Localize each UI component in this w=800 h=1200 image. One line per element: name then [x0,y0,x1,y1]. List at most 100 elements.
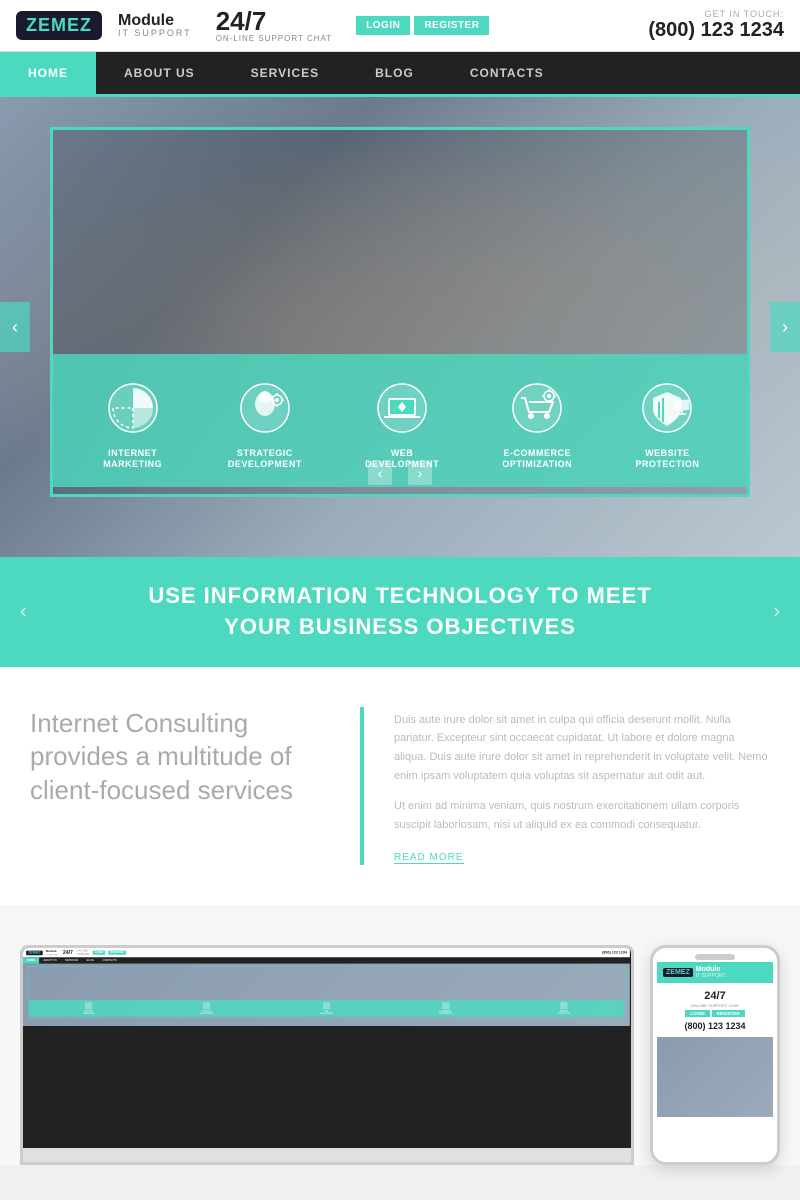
header-contact: GET IN TOUCH: (800) 123 1234 [648,9,784,42]
laptop-mockup: ZEMEZ Module IT SUPPORT 24/7 ON-LINESUPP… [20,945,634,1165]
content-body-1: Duis aute irure dolor sit amet in culpa … [394,711,770,786]
icon-card-protection[interactable]: WEBSITEPROTECTION [635,376,699,471]
protection-label: WEBSITEPROTECTION [635,448,699,471]
mini-cart-icon [442,1002,449,1009]
tagline-line1: USE INFORMATION TECHNOLOGY TO MEET [148,583,651,608]
hero-section: ‹ INTERNETMARKETING [0,97,800,557]
mini-phone-sub: ON-LINE SUPPORT CHAT [663,1003,767,1008]
content-left: Internet Consulting provides a multitude… [30,707,330,865]
laptop-screen: ZEMEZ Module IT SUPPORT 24/7 ON-LINESUPP… [23,948,631,1148]
shield-icon [635,376,699,440]
mini-phone-brand-row: ZEMEZ Module IT SUPPORT [663,966,767,979]
mini-login-btn: LOGIN [93,950,105,954]
mini-header: ZEMEZ Module IT SUPPORT 24/7 ON-LINESUPP… [23,948,630,957]
icon-card-web-dev[interactable]: WEBDEVELOPMENT [365,376,439,471]
hero-prev-button[interactable]: ‹ [0,302,30,352]
mini-phone-header: ZEMEZ Module IT SUPPORT [657,962,773,983]
internet-marketing-label: INTERNETMARKETING [103,448,162,471]
mini-shield-icon [560,1002,567,1009]
mockup-section: ZEMEZ Module IT SUPPORT 24/7 ON-LINESUPP… [0,905,800,1165]
mini-site: ZEMEZ Module IT SUPPORT 24/7 ON-LINESUPP… [23,948,630,1026]
mini-reg-btn: REGISTER [108,950,125,954]
main-nav: HOME ABOUT US SERVICES BLOG CONTACTS [0,52,800,97]
support-chat-label: ON-LINE SUPPORT CHAT [216,34,332,43]
mini-zemez-logo: ZEMEZ [26,950,43,955]
mini-module-name: Module [46,950,58,953]
mini-icons-strip: INTERNETMARKETING STRATEGICDEVELOPMENT W… [29,1000,624,1017]
mini-nav-services: SERVICES [61,957,82,963]
teal-accent-bar [360,707,364,865]
mini-brain-icon [203,1002,210,1009]
ecommerce-label: E-COMMERCEOPTIMIZATION [502,448,572,471]
phone-notch [695,954,735,960]
nav-item-contacts[interactable]: CONTACTS [442,52,572,94]
mini-icon-4: E-COMMERCEOPTIMIZATION [439,1002,452,1014]
mini-icon-1: INTERNETMARKETING [83,1002,94,1014]
carousel-prev[interactable]: ‹ [368,461,392,485]
content-body-2: Ut enim ad minima veniam, quis nostrum e… [394,797,770,834]
mini-phone-login: LOGIN [685,1010,709,1017]
mini-module-logo: Module IT SUPPORT [46,950,58,956]
zemez-logo: ZEMEZ [16,11,102,40]
mini-phone-body: 24/7 ON-LINE SUPPORT CHAT LOGIN REGISTER… [657,983,773,1037]
mini-phone-number: (800) 123 1234 [663,1019,767,1033]
mini-laptop-icon [323,1002,330,1009]
icon-card-internet-marketing[interactable]: INTERNETMARKETING [101,376,165,471]
mini-icon-2: STRATEGICDEVELOPMENT [200,1002,214,1014]
nav-item-home[interactable]: HOME [0,52,96,94]
carousel-controls: ‹ › [368,461,432,485]
content-heading: Internet Consulting provides a multitude… [30,707,330,808]
module-name: Module [118,12,192,30]
hero-next-button[interactable]: › [770,302,800,352]
mini-phone-num: (800) 123 1234 [602,951,627,955]
read-more-link[interactable]: READ MORE [394,852,464,864]
content-right: Duis aute irure dolor sit amet in culpa … [394,707,770,865]
nav-item-about[interactable]: ABOUT US [96,52,223,94]
cart-icon [505,376,569,440]
mini-nav: HOME ABOUT US SERVICES BLOG CONTACTS [23,957,630,963]
phone-screen: ZEMEZ Module IT SUPPORT 24/7 ON-LINE SUP… [657,962,773,1117]
mini-phone-btn-row: LOGIN REGISTER [663,1010,767,1017]
mini-it-label: IT SUPPORT [46,953,58,956]
tagline-text: USE INFORMATION TECHNOLOGY TO MEET YOUR … [80,581,720,643]
mini-phone-hero [657,1037,773,1117]
mini-nav-blog: BLOG [82,957,98,963]
content-section: Internet Consulting provides a multitude… [0,667,800,905]
module-logo: Module IT SUPPORT [118,12,192,39]
laptop-icon [370,376,434,440]
mini-phone-it: IT SUPPORT [696,973,726,979]
login-button[interactable]: LOGIN [356,16,410,35]
mini-phone-module-name: Module [696,966,726,973]
strategic-dev-label: STRATEGICDEVELOPMENT [228,448,302,471]
mini-icon-5: WEBSITEPROTECTION [558,1002,570,1014]
header: ZEMEZ Module IT SUPPORT 24/7 ON-LINE SUP… [0,0,800,52]
mini-hero-overlay [28,966,625,1018]
mini-phone-module: Module IT SUPPORT [696,966,726,979]
tagline-next-button[interactable]: › [773,600,780,623]
nav-item-services[interactable]: SERVICES [223,52,347,94]
icon-card-ecommerce[interactable]: E-COMMERCEOPTIMIZATION [502,376,572,471]
phone-mockup: ZEMEZ Module IT SUPPORT 24/7 ON-LINE SUP… [650,945,780,1165]
mini-nav-about: ABOUT US [39,957,61,963]
mini-nav-home: HOME [23,957,39,963]
mini-phone-247: 24/7 [663,989,767,1003]
header-buttons: LOGIN REGISTER [356,16,489,35]
tagline-prev-button[interactable]: ‹ [20,600,27,623]
nav-item-blog[interactable]: BLOG [347,52,442,94]
get-in-touch-label: GET IN TOUCH: [648,9,784,19]
mini-icon-3: WEBDEVELOPMENT [320,1002,334,1014]
carousel-next[interactable]: › [408,461,432,485]
mini-chart-icon [85,1002,92,1009]
tagline-line2: YOUR BUSINESS OBJECTIVES [224,614,576,639]
mini-on-line: ON-LINESUPPORT [77,949,90,955]
chart-icon [101,376,165,440]
mini-phone-zemez: ZEMEZ [663,968,693,977]
tagline-banner: ‹ USE INFORMATION TECHNOLOGY TO MEET YOU… [0,557,800,667]
mini-phone-register: REGISTER [712,1010,745,1017]
icon-card-strategic[interactable]: STRATEGICDEVELOPMENT [228,376,302,471]
register-button[interactable]: REGISTER [414,16,489,35]
support-247-number: 24/7 [216,8,332,34]
mini-nav-contacts: CONTACTS [98,957,121,963]
brain-icon [233,376,297,440]
mini-hero: INTERNETMARKETING STRATEGICDEVELOPMENT W… [23,963,630,1025]
